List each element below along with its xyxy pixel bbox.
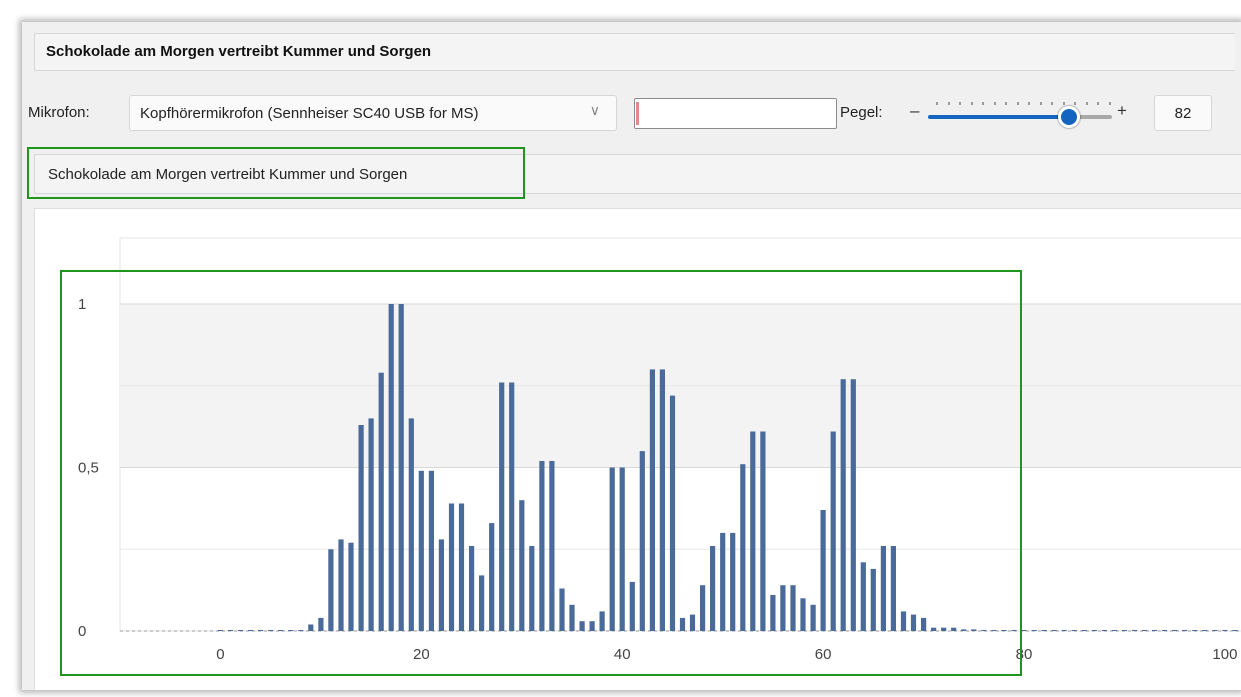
slider-tick	[1005, 102, 1007, 105]
chart-bar	[1101, 630, 1107, 631]
slider-tick	[1097, 102, 1099, 105]
slider-tick	[947, 102, 950, 105]
chart-bar	[1121, 630, 1128, 631]
gain-value: 82	[1174, 105, 1192, 122]
highlight-frame-chart	[60, 270, 1022, 676]
chart-bar	[1131, 630, 1138, 631]
slider-track-filled	[928, 115, 1061, 119]
slider-tick	[1016, 102, 1019, 105]
chart-bar	[1222, 630, 1228, 631]
slider-tick	[1074, 102, 1076, 105]
microphone-label: Mikrofon:	[28, 104, 90, 121]
chart-bar	[1162, 630, 1168, 631]
chevron-down-icon: ∨	[589, 102, 600, 118]
slider-tick	[970, 102, 973, 105]
slider-tick	[1051, 102, 1053, 105]
chart-bar	[1182, 630, 1188, 631]
level-meter-field	[634, 98, 837, 129]
chart-bar	[1142, 630, 1148, 631]
highlight-frame-text	[27, 147, 525, 199]
gain-value-box[interactable]: 82	[1154, 95, 1212, 131]
slider-tick	[1108, 102, 1111, 105]
plus-icon[interactable]: +	[1117, 101, 1127, 121]
slider-tick	[993, 102, 996, 105]
chart-bar	[1061, 630, 1067, 631]
title-bar: Schokolade am Morgen vertreibt Kummer un…	[34, 33, 1235, 71]
toolbar: Mikrofon: Kopfhörermikrofon (Sennheiser …	[22, 80, 1241, 131]
chart-bar	[1051, 630, 1057, 631]
app-window: Schokolade am Morgen vertreibt Kummer un…	[22, 22, 1241, 690]
chart-bar	[1202, 630, 1208, 631]
slider-tick	[1085, 102, 1088, 105]
slider-tick	[959, 102, 961, 105]
chart-bar	[1232, 630, 1238, 631]
slider-tick	[936, 102, 938, 105]
microphone-value: Kopfhörermikrofon (Sennheiser SC40 USB f…	[140, 105, 479, 122]
slider-ticks	[936, 102, 1111, 108]
gain-slider[interactable]	[928, 102, 1118, 130]
chart-bar	[1021, 630, 1027, 631]
slider-tick	[1028, 102, 1030, 105]
gain-label: Pegel:	[840, 104, 883, 121]
chart-bar	[1081, 630, 1087, 631]
chart-bar	[1192, 630, 1198, 631]
chart-bar	[1152, 630, 1158, 631]
chart-bar	[1111, 630, 1117, 631]
slider-thumb[interactable]	[1058, 106, 1080, 128]
chart-bar	[1212, 630, 1218, 631]
level-meter-bar	[636, 102, 639, 125]
slider-tick	[1039, 102, 1042, 105]
chart-bar	[1172, 630, 1178, 631]
chart-bar	[1031, 630, 1037, 631]
x-tick-label: 100	[1212, 646, 1237, 663]
slider-tick	[1062, 102, 1065, 105]
chart-bar	[1091, 630, 1097, 631]
window-title: Schokolade am Morgen vertreibt Kummer un…	[46, 43, 432, 60]
chart-bar	[1041, 630, 1047, 631]
microphone-select[interactable]: Kopfhörermikrofon (Sennheiser SC40 USB f…	[129, 95, 617, 131]
minus-icon[interactable]: –	[910, 101, 919, 121]
chart-bar	[1071, 630, 1077, 631]
slider-tick	[982, 102, 984, 105]
